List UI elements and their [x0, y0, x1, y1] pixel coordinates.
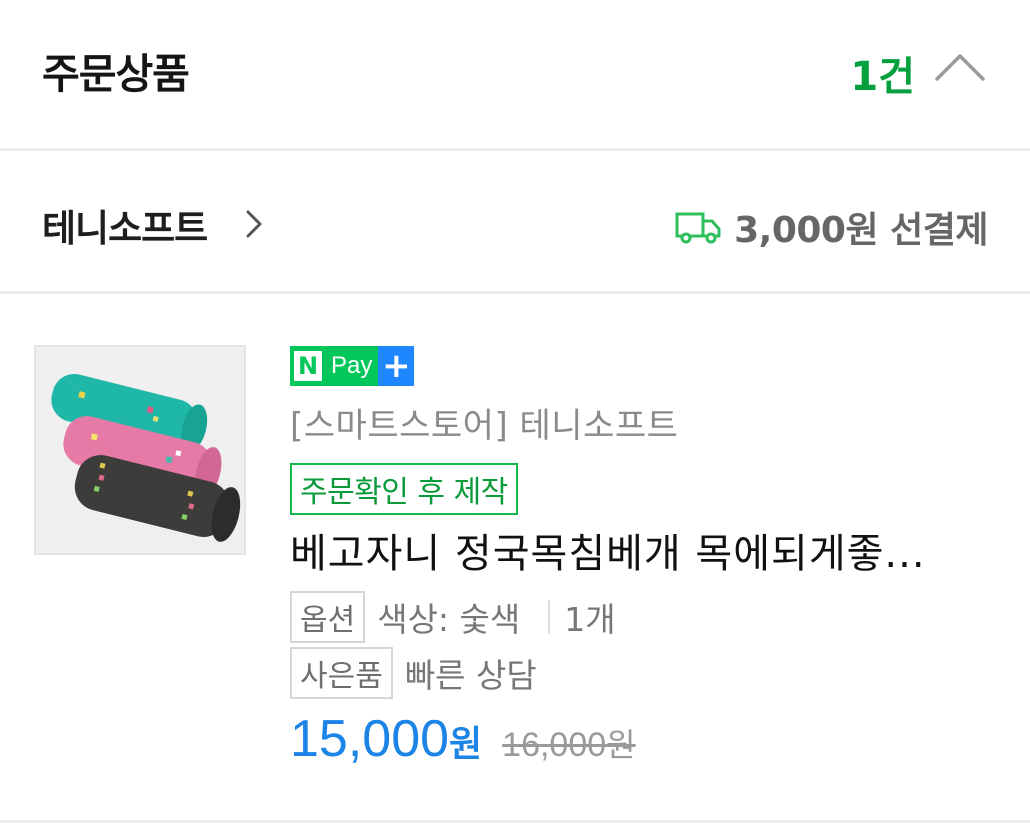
gift-row: 사은품 빠른 상담 — [290, 647, 995, 699]
sale-price: 15,000 — [290, 710, 450, 768]
price-row: 15,000 원 16,000 원 — [290, 709, 995, 769]
sale-price-unit: 원 — [449, 724, 483, 765]
npay-main: N Pay — [290, 346, 379, 386]
shipping-info: 3,000원 선결제 — [674, 201, 988, 253]
plus-icon: + — [378, 346, 415, 386]
quantity: 1개 — [564, 600, 616, 639]
pillow-image — [36, 347, 244, 553]
store-name: [스마트스토어] 테니소프트 — [290, 406, 679, 446]
shipping-fee-text: 3,000원 선결제 — [734, 210, 988, 251]
section-title: 주문상품 — [42, 50, 190, 98]
product-info: N Pay + [스마트스토어] 테니소프트 주문확인 후 제작 베고자니 정국… — [290, 346, 995, 769]
gift-tag: 사은품 — [290, 647, 393, 699]
chevron-right-icon[interactable] — [244, 208, 264, 240]
product-thumbnail[interactable] — [34, 345, 246, 555]
chevron-up-icon[interactable] — [934, 52, 986, 82]
gift-value: 빠른 상담 — [404, 656, 537, 695]
product-item[interactable]: N Pay + [스마트스토어] 테니소프트 주문확인 후 제작 베고자니 정국… — [0, 294, 1030, 823]
option-tag: 옵션 — [290, 591, 366, 643]
order-products-header[interactable]: 주문상품 1건 — [0, 0, 1030, 151]
original-price: 16,000 — [502, 726, 607, 764]
product-title[interactable]: 베고자니 정국목침베개 목에되게좋... — [290, 521, 995, 579]
npay-n-logo: N — [294, 351, 322, 381]
truck-icon — [675, 212, 721, 244]
option-value: 색상: 숯색 — [377, 600, 521, 639]
item-count: 1건 — [850, 54, 915, 100]
npay-label: Pay — [331, 352, 373, 379]
divider — [548, 600, 551, 634]
original-price-unit: 원 — [606, 726, 636, 764]
npay-plus-badge: N Pay + — [290, 346, 424, 386]
made-to-order-badge: 주문확인 후 제작 — [290, 463, 518, 515]
seller-name-link[interactable]: 테니소프트 — [42, 198, 208, 252]
seller-row: 테니소프트 3,000원 선결제 — [0, 151, 1030, 294]
option-row: 옵션 색상: 숯색 1개 — [290, 591, 995, 643]
